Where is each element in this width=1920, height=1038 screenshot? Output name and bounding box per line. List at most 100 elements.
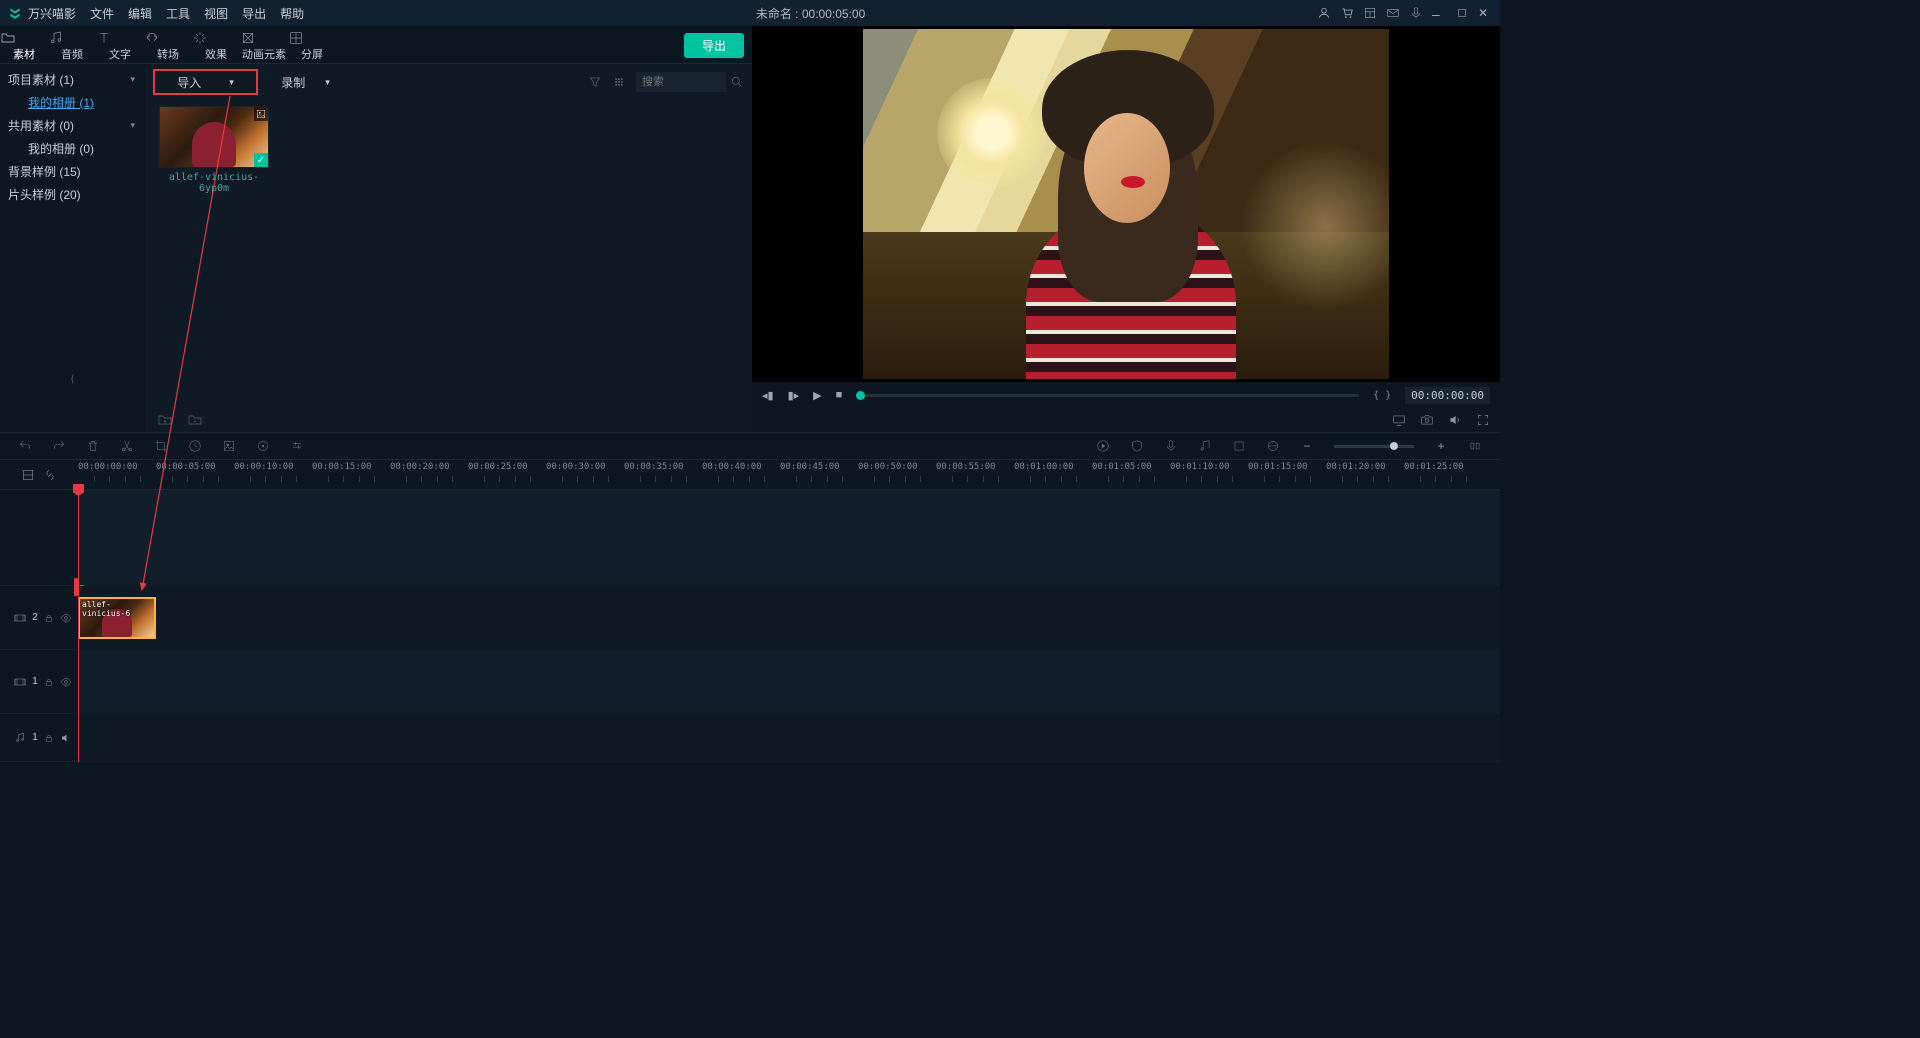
preview-panel: ◂▮ ▮▸ ▶ ■ { } 00:00:00:00 [752,26,1500,432]
crop-icon[interactable] [154,439,168,453]
track-label: 2 [32,612,38,623]
menu-edit[interactable]: 编辑 [128,5,152,22]
stop-button[interactable]: ■ [836,389,843,401]
undo-icon[interactable] [18,439,32,453]
menu-help[interactable]: 帮助 [280,5,304,22]
video-track-icon [14,612,26,624]
clip-label: allef-vinicius-6 [82,600,154,618]
sidebar-item-project[interactable]: 项目素材 (1)▾ [0,68,145,91]
split-icon[interactable] [120,439,134,453]
prev-frame-button[interactable]: ◂▮ [762,389,774,402]
marker-icon[interactable] [1232,439,1246,453]
export-button[interactable]: 导出 [684,33,744,58]
sidebar-item-shared[interactable]: 共用素材 (0)▾ [0,114,145,137]
maximize-button[interactable] [1455,6,1469,20]
menu-tool[interactable]: 工具 [166,5,190,22]
tab-media[interactable]: 素材 [0,28,48,62]
volume-icon[interactable] [1448,413,1462,427]
tab-effect[interactable]: 效果 [192,28,240,62]
filter-icon[interactable] [588,75,602,89]
marker-shield-icon[interactable] [1130,439,1144,453]
tab-transition[interactable]: 转场 [144,28,192,62]
account-icon[interactable] [1317,6,1331,20]
display-mode-icon[interactable] [1392,413,1406,427]
redo-icon[interactable] [52,439,66,453]
audio-track-1[interactable]: 1 [0,714,1500,762]
track-settings-icon[interactable] [21,468,35,482]
zoom-out-icon[interactable]: − [1300,439,1314,453]
search-field[interactable] [636,72,744,92]
zoom-fit-icon[interactable] [1468,439,1482,453]
menu-file[interactable]: 文件 [90,5,114,22]
color-icon[interactable] [222,439,236,453]
new-folder-icon[interactable] [157,412,173,428]
timeline-toolbar: − + [0,432,1500,460]
search-icon[interactable] [730,75,744,89]
tab-motion[interactable]: 动画元素 [240,28,288,62]
preview-timecode: 00:00:00:00 [1405,387,1490,404]
delete-icon[interactable] [86,439,100,453]
keyframe-icon[interactable] [256,439,270,453]
snapshot-icon[interactable] [1420,413,1434,427]
video-track-1[interactable]: 1 [0,650,1500,714]
sidebar-item-bg-sample[interactable]: 背景样例 (15) [0,160,145,183]
track-label: 1 [32,732,38,743]
link-icon[interactable] [43,468,57,482]
speed-icon[interactable] [188,439,202,453]
zoom-slider[interactable] [1334,445,1414,448]
track-manage-icon[interactable] [1266,439,1280,453]
close-button[interactable]: ✕ [1478,6,1492,20]
grid-view-icon[interactable] [612,75,626,89]
document-title: 未命名 : 00:00:05:00 [304,5,1317,22]
lock-icon[interactable] [44,613,54,623]
tab-split[interactable]: 分屏 [288,28,336,62]
mail-icon[interactable] [1386,6,1400,20]
import-dropdown[interactable]: 导入▾ [153,69,258,95]
layout-icon[interactable] [1363,6,1377,20]
adjust-icon[interactable] [290,439,304,453]
zoom-in-icon[interactable]: + [1434,439,1448,453]
preview-image [863,29,1389,379]
play-button[interactable]: ▶ [813,389,821,402]
eye-icon[interactable] [60,676,72,688]
video-track-2[interactable]: 2 allef-vinicius-6 [0,586,1500,650]
scrub-bar[interactable] [856,394,1359,397]
tab-text[interactable]: 文字 [96,28,144,62]
media-sidebar: 项目素材 (1)▾ 我的相册 (1) 共用素材 (0)▾ 我的相册 (0) 背景… [0,64,145,432]
cart-icon[interactable] [1340,6,1354,20]
range-indicator: { } [1373,390,1391,401]
chevron-down-icon: ▾ [130,74,135,85]
sidebar-item-intro-sample[interactable]: 片头样例 (20) [0,183,145,206]
minimize-button[interactable]: ‒ [1432,6,1446,20]
tab-audio[interactable]: 音频 [48,28,96,62]
playhead[interactable] [78,490,79,762]
chevron-down-icon: ▾ [130,120,135,131]
lock-icon[interactable] [44,733,54,743]
titlebar: 万兴喵影 文件 编辑 工具 视图 导出 帮助 未命名 : 00:00:05:00… [0,0,1500,26]
lock-icon[interactable] [44,677,54,687]
delete-folder-icon[interactable] [187,412,203,428]
mute-icon[interactable] [60,732,72,744]
chevron-down-icon: ▾ [325,77,330,88]
sidebar-resizer[interactable]: ⟨ [0,366,145,392]
menu-view[interactable]: 视图 [204,5,228,22]
preview-viewport[interactable] [752,26,1500,382]
timeline-ruler[interactable]: 00:00:00:0000:00:05:0000:00:10:0000:00:1… [78,460,1500,489]
sidebar-item-my-album-1[interactable]: 我的相册 (1) [0,91,145,114]
media-thumbnail[interactable]: ✓ allef-vinicius-6yp0m [159,106,269,194]
fullscreen-icon[interactable] [1476,413,1490,427]
next-button[interactable]: ▮▸ [788,389,800,402]
voiceover-icon[interactable] [1164,439,1178,453]
record-dropdown[interactable]: 录制▾ [268,70,343,94]
sidebar-item-my-album-2[interactable]: 我的相册 (0) [0,137,145,160]
timeline-clip[interactable]: allef-vinicius-6 [78,597,156,639]
media-browser: 导入▾ 录制▾ ✓ [145,64,752,432]
menu-export[interactable]: 导出 [242,5,266,22]
search-input[interactable] [636,72,726,92]
module-tabs: 素材 音频 文字 转场 效果 动画元素 分屏 导出 [0,26,752,64]
mic-icon[interactable] [1409,6,1423,20]
audio-mix-icon[interactable] [1198,439,1212,453]
video-track-icon [14,676,26,688]
render-icon[interactable] [1096,439,1110,453]
eye-icon[interactable] [60,612,72,624]
